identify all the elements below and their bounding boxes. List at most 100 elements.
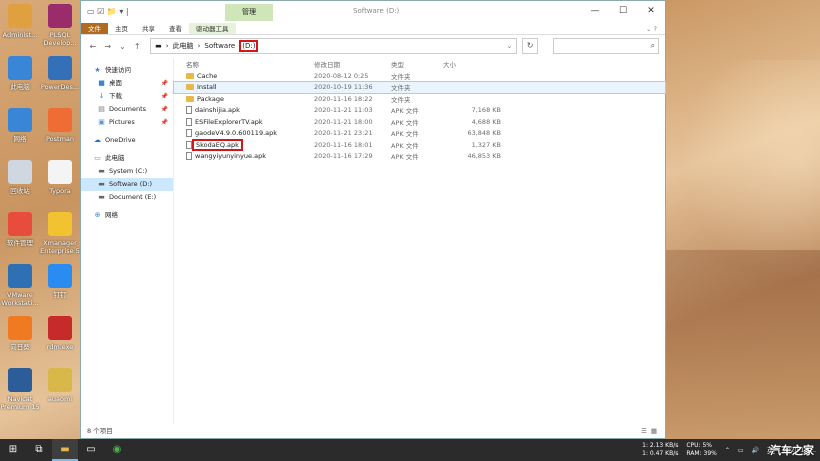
nav-drive-c[interactable]: ▬ System (C:) [81, 165, 173, 178]
desktop-icon-item[interactable]: 软件管理 [0, 212, 40, 247]
desktop-icon-label: Typora [49, 187, 71, 195]
desktop-icon-item[interactable]: 回收站 [0, 160, 40, 195]
recent-locations-icon[interactable]: ⌄ [117, 42, 129, 51]
search-input[interactable]: ⌕ [553, 38, 660, 54]
nav-onedrive[interactable]: ☁ OneDrive [81, 134, 173, 147]
nav-network[interactable]: ⊕ 网络 [81, 209, 173, 222]
details-view-icon[interactable]: ☰ [641, 424, 647, 438]
item-count: 8 个项目 [87, 427, 113, 435]
desktop-icon-item[interactable]: 向日葵 [0, 316, 40, 351]
tab-file[interactable]: 文件 [81, 23, 108, 34]
breadcrumb-drive[interactable]: Software [204, 42, 235, 50]
desktop-icon-item[interactable]: PowerDes... [40, 56, 80, 91]
file-row[interactable]: SkodaEQ.apk 2020-11-16 18:01 APK 文件 1,327 K… [174, 138, 665, 151]
quick-access-toolbar[interactable]: ▭ ☑ 📁 ▾ | [87, 7, 129, 16]
file-size: 46,853 KB [467, 152, 501, 161]
refresh-icon[interactable]: ↻ [522, 38, 539, 54]
tab-home[interactable]: 主页 [108, 23, 135, 34]
user-folder-icon [8, 4, 32, 28]
nav-item-documents[interactable]: ▤ Documents 📌 [81, 103, 173, 116]
file-name: SkodaEQ.apk [196, 140, 239, 149]
nav-drive-e[interactable]: ▬ Document (E:) [81, 191, 173, 204]
file-size: 63,848 KB [467, 129, 501, 138]
nav-item-pictures[interactable]: ▣ Pictures 📌 [81, 116, 173, 129]
network-icon [8, 108, 32, 132]
tab-view[interactable]: 查看 [162, 23, 189, 34]
desktop-icon-item[interactable]: 钉钉 [40, 264, 80, 299]
nav-drive-d[interactable]: ▬ Software (D:) [81, 178, 173, 191]
desktop-icon-label: VMware Workstati... [1, 291, 39, 307]
file-icon [186, 152, 192, 161]
desktop-icon-item[interactable]: VMware Workstati... [0, 264, 40, 307]
file-name: dainshijia.apk [195, 106, 240, 115]
forward-arrow-icon[interactable]: → [102, 42, 114, 51]
nav-item-downloads[interactable]: ↓ 下载 📌 [81, 90, 173, 103]
tab-drive-tools[interactable]: 驱动器工具 [189, 23, 236, 34]
address-bar[interactable]: ▬ › 此电脑 › Software (D:) ⌄ [150, 38, 518, 54]
file-type: 文件夹 [391, 95, 411, 104]
view-toggle: ☰ ▦ [641, 424, 657, 438]
back-arrow-icon[interactable]: ← [87, 42, 99, 51]
nav-item-desktop[interactable]: ■ 桌面 📌 [81, 77, 173, 90]
desktop-icon-item[interactable]: PLSQL Develop... [40, 4, 80, 47]
breadcrumb-separator-icon: › [165, 42, 169, 50]
minimize-icon[interactable]: — [581, 3, 609, 19]
column-size[interactable]: 大小 [443, 59, 501, 69]
file-row[interactable]: ESFileExplorerTV.apk 2020-11-21 18:00 APK … [174, 116, 665, 128]
recycle-bin-icon [8, 160, 32, 184]
file-type: APK 文件 [391, 141, 419, 150]
address-dropdown-icon[interactable]: ⌄ [506, 42, 512, 50]
file-row[interactable]: Install 2020-10-19 11:36 文件夹 [173, 80, 666, 94]
file-row[interactable]: wangyiyunyinyue.apk 2020-11-16 17:29 APK 文… [174, 151, 665, 163]
file-icon [186, 129, 192, 138]
file-type: APK 文件 [391, 107, 419, 116]
large-icons-view-icon[interactable]: ▦ [651, 424, 657, 438]
software-manager-icon [8, 212, 32, 236]
nav-this-pc[interactable]: ▭ 此电脑 [81, 152, 173, 165]
file-row[interactable]: dainshijia.apk 2020-11-21 11:03 APK 文件 7,16… [174, 105, 665, 117]
desktop-icon-item[interactable]: 此电脑 [0, 56, 40, 91]
terminal-taskbar-icon[interactable]: ▭ [78, 439, 104, 461]
chrome-taskbar-icon[interactable]: ◉ [104, 439, 130, 461]
column-type[interactable]: 类型 [391, 59, 443, 69]
desktop-icon-item[interactable]: 网络 [0, 108, 40, 143]
ribbon-expand-icon[interactable]: ⌄ ? [646, 23, 665, 34]
file-explorer-taskbar-icon[interactable]: ▬ [52, 439, 78, 461]
notification-icon[interactable]: ▭ [738, 447, 744, 454]
column-name[interactable]: 名称 [174, 59, 314, 69]
volume-icon[interactable]: 🔊 [752, 447, 759, 454]
desktop-icon-item[interactable]: Navicat Premium 15 [0, 368, 40, 411]
tab-share[interactable]: 共享 [135, 23, 162, 34]
file-name-cell: SkodaEQ.apk [174, 138, 314, 151]
cloud-icon: ☁ [94, 136, 101, 144]
star-icon: ★ [94, 66, 101, 74]
tab-manage[interactable]: 管理 [225, 4, 273, 21]
desktop-icon-item[interactable]: rdm.exe [40, 316, 80, 351]
file-date: 2020-11-16 18:22 [314, 94, 373, 103]
desktop-icon-label: Navicat Premium 15 [0, 395, 40, 411]
task-view-icon[interactable]: ⧉ [26, 439, 52, 461]
drive-icon: ▬ [98, 180, 105, 188]
network-speed: 1: 2.13 KB/s 1: 0.47 KB/s [642, 442, 679, 457]
breadcrumb-this-pc[interactable]: 此电脑 [173, 41, 194, 51]
up-arrow-icon[interactable]: ↑ [131, 42, 143, 51]
desktop-icon-item[interactable]: Xmanager Enterprise 5 [40, 212, 80, 255]
column-date[interactable]: 修改日期 [314, 59, 391, 69]
file-name: wangyiyunyinyue.apk [195, 152, 266, 161]
drive-icon: ▬ [155, 42, 162, 50]
tray-overflow-icon[interactable]: ⌃ [725, 447, 730, 454]
file-row[interactable]: Cache 2020-08-12 0:25 文件夹 [174, 70, 665, 82]
start-button[interactable]: ⊞ [0, 439, 26, 461]
desktop-icon-item[interactable]: Typora [40, 160, 80, 195]
file-row[interactable]: Package 2020-11-16 18:22 文件夹 [174, 93, 665, 105]
file-explorer-window: ▭ ☑ 📁 ▾ | 管理 Software (D:) — ☐ ✕ 文件 主页 共… [80, 0, 666, 439]
close-icon[interactable]: ✕ [637, 3, 665, 19]
maximize-icon[interactable]: ☐ [609, 3, 637, 19]
file-type: 文件夹 [391, 72, 411, 81]
desktop-icon-item[interactable]: auaomi [40, 368, 80, 403]
desktop-icon-item[interactable]: Postman [40, 108, 80, 143]
nav-quick-access[interactable]: ★ 快速访问 [81, 64, 173, 77]
file-row[interactable]: gaodeV4.9.0.600119.apk 2020-11-21 23:21 AP… [174, 128, 665, 140]
drive-icon: ▬ [98, 167, 105, 175]
desktop-icon-item[interactable]: Administ... [0, 4, 40, 39]
